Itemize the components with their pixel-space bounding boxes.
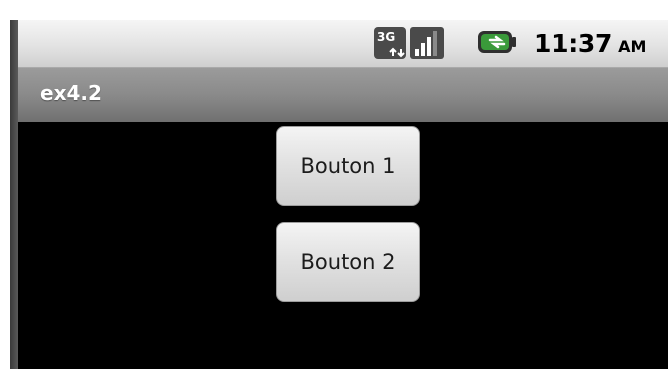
status-bar: 3G 11:37 AM	[18, 20, 668, 68]
app-title: ex4.2	[40, 81, 102, 105]
battery-charging-icon	[478, 31, 516, 53]
status-clock: 11:37 AM	[534, 26, 646, 62]
outer-frame	[0, 0, 10, 369]
network-badge-text: 3G	[377, 30, 395, 44]
bouton-1-button[interactable]: Bouton 1	[276, 126, 420, 206]
clock-time: 11:37	[534, 29, 613, 58]
app-title-bar: ex4.2	[18, 68, 668, 123]
bouton-2-button[interactable]: Bouton 2	[276, 222, 420, 302]
phone-screen: 3G 11:37 AM ex4.2 Bouton 1 Bouton 2	[18, 20, 668, 369]
signal-strength-icon	[410, 27, 444, 59]
network-3g-icon: 3G	[374, 27, 406, 59]
clock-ampm: AM	[618, 37, 647, 56]
main-content: Bouton 1 Bouton 2	[18, 122, 668, 369]
